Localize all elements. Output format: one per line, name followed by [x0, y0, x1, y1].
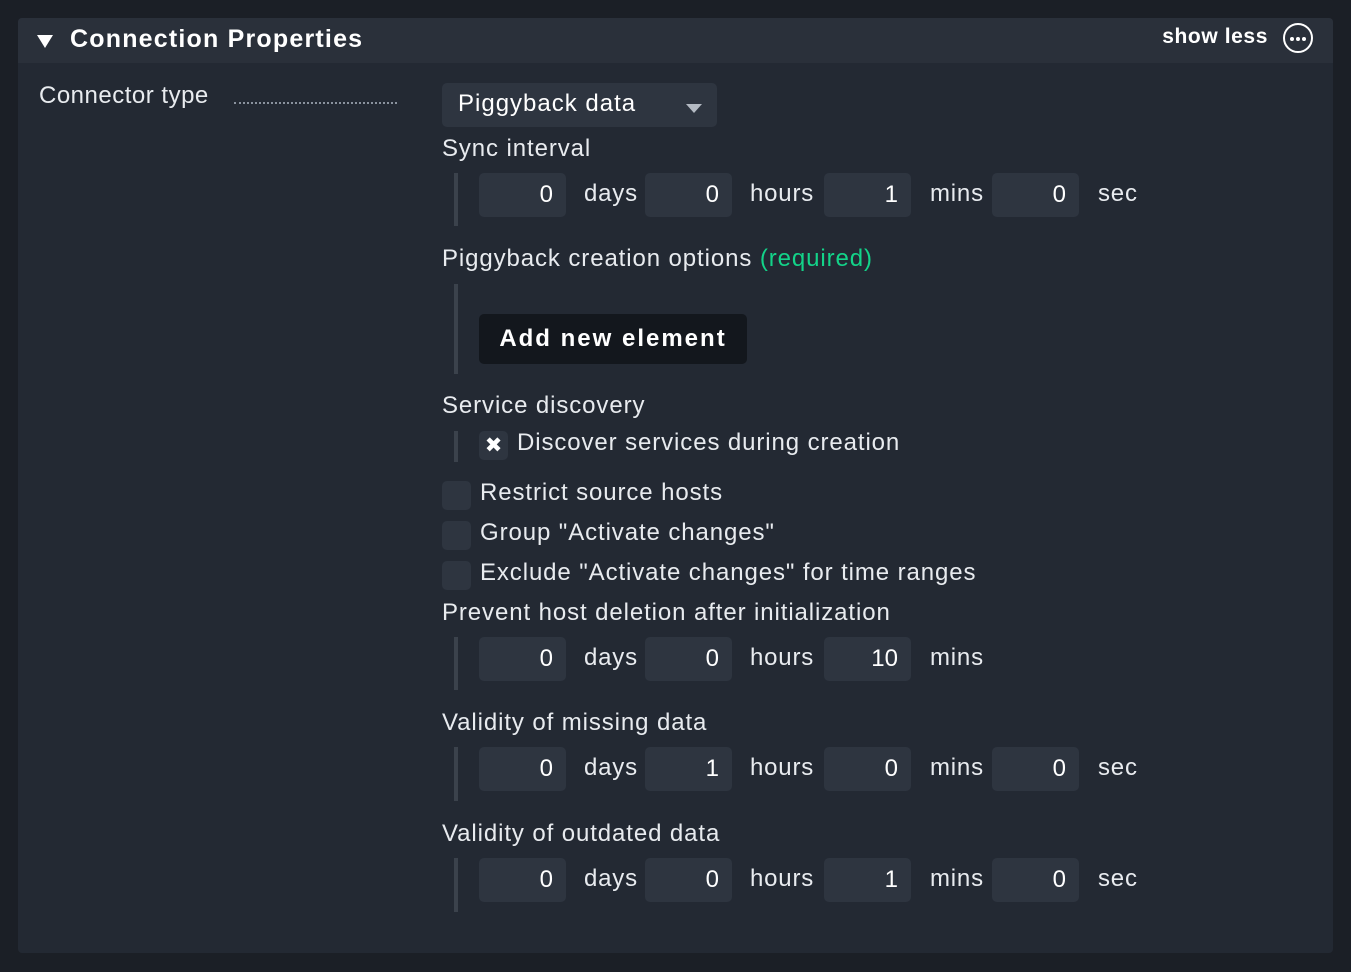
prevent-deletion-days-unit: days	[584, 644, 638, 671]
discover-services-checkbox[interactable]: ✖	[479, 431, 508, 460]
checked-x-icon: ✖	[484, 434, 503, 457]
panel-header: Connection Properties show less	[18, 18, 1333, 63]
service-discovery-label: Service discovery	[442, 392, 646, 419]
sync-interval-mins-unit: mins	[930, 180, 984, 207]
validity-missing-hours-input[interactable]: 1	[645, 747, 732, 791]
validity-outdated-secs-unit: sec	[1098, 865, 1138, 892]
group-activate-changes-checkbox[interactable]	[442, 521, 471, 550]
validity-outdated-mins-input[interactable]: 1	[824, 858, 911, 902]
validity-outdated-secs-input[interactable]: 0	[992, 858, 1079, 902]
validity-outdated-indent-bar	[454, 858, 458, 912]
prevent-deletion-hours-unit: hours	[750, 644, 815, 671]
validity-missing-hours-unit: hours	[750, 754, 815, 781]
validity-outdated-hours-unit: hours	[750, 865, 815, 892]
validity-missing-secs-input[interactable]: 0	[992, 747, 1079, 791]
validity-missing-mins-input[interactable]: 0	[824, 747, 911, 791]
validity-outdated-days-input[interactable]: 0	[479, 858, 566, 902]
piggyback-creation-options-text: Piggyback creation options	[442, 245, 753, 272]
validity-outdated-days-unit: days	[584, 865, 638, 892]
prevent-deletion-days-input[interactable]: 0	[479, 637, 566, 681]
prevent-deletion-mins-unit: mins	[930, 644, 984, 671]
service-discovery-indent-bar	[454, 431, 458, 462]
exclude-activate-changes-label: Exclude "Activate changes" for time rang…	[480, 559, 977, 586]
label-dotted-leader	[234, 102, 397, 104]
validity-outdated-label: Validity of outdated data	[442, 820, 721, 847]
sync-interval-mins-input[interactable]: 1	[824, 173, 911, 217]
show-less-link[interactable]: show less	[1162, 25, 1268, 49]
validity-missing-days-input[interactable]: 0	[479, 747, 566, 791]
group-activate-changes-label: Group "Activate changes"	[480, 519, 775, 546]
sync-interval-days-unit: days	[584, 180, 638, 207]
connector-type-label: Connector type	[39, 82, 209, 109]
validity-missing-label: Validity of missing data	[442, 709, 708, 736]
required-badge: (required)	[759, 245, 873, 272]
sync-interval-indent-bar	[454, 173, 458, 226]
panel-title: Connection Properties	[70, 25, 364, 53]
sync-interval-hours-unit: hours	[750, 180, 815, 207]
add-new-element-button[interactable]: Add new element	[479, 314, 747, 364]
sync-interval-hours-input[interactable]: 0	[645, 173, 732, 217]
restrict-source-hosts-label: Restrict source hosts	[480, 479, 723, 506]
validity-missing-mins-unit: mins	[930, 754, 984, 781]
validity-outdated-mins-unit: mins	[930, 865, 984, 892]
triangle-down-icon[interactable]	[37, 35, 53, 48]
discover-services-label: Discover services during creation	[517, 429, 901, 456]
chevron-down-icon	[686, 104, 702, 113]
piggyback-creation-options-label: Piggyback creation options (required)	[442, 245, 873, 273]
connector-type-value: Piggyback data	[458, 90, 637, 117]
prevent-deletion-mins-input[interactable]: 10	[824, 637, 911, 681]
sync-interval-label: Sync interval	[442, 135, 592, 162]
sync-interval-secs-unit: sec	[1098, 180, 1138, 207]
validity-missing-days-unit: days	[584, 754, 638, 781]
connector-type-select[interactable]: Piggyback data	[442, 83, 717, 127]
connection-properties-panel: Connection Properties show less Connecto…	[18, 18, 1333, 953]
validity-missing-indent-bar	[454, 747, 458, 801]
prevent-deletion-indent-bar	[454, 637, 458, 690]
ellipsis-circle-icon[interactable]	[1283, 23, 1313, 53]
piggyback-creation-indent-bar	[454, 284, 458, 374]
sync-interval-secs-input[interactable]: 0	[992, 173, 1079, 217]
sync-interval-days-input[interactable]: 0	[479, 173, 566, 217]
exclude-activate-changes-checkbox[interactable]	[442, 561, 471, 590]
validity-missing-secs-unit: sec	[1098, 754, 1138, 781]
prevent-host-deletion-label: Prevent host deletion after initializati…	[442, 599, 891, 626]
restrict-source-hosts-checkbox[interactable]	[442, 481, 471, 510]
validity-outdated-hours-input[interactable]: 0	[645, 858, 732, 902]
prevent-deletion-hours-input[interactable]: 0	[645, 637, 732, 681]
